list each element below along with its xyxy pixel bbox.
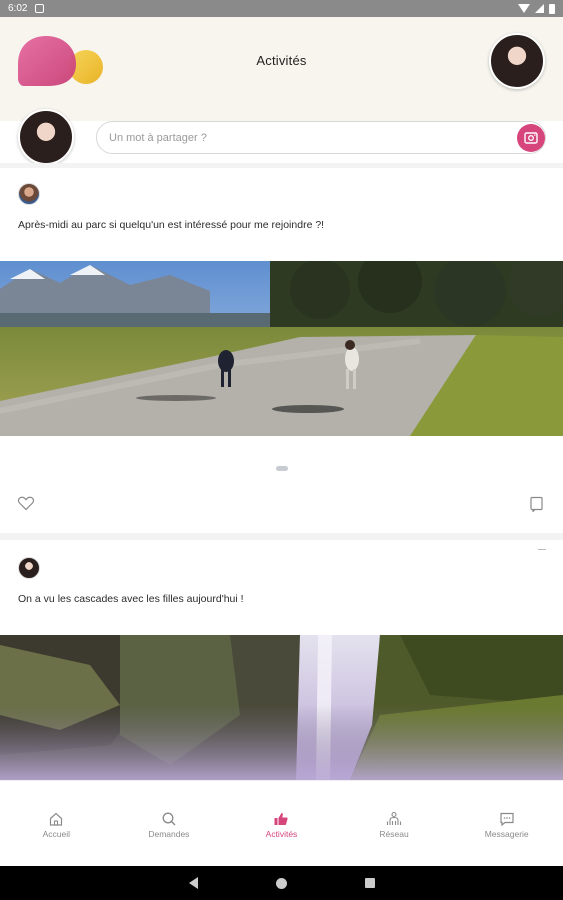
- nav-label: Demandes: [148, 829, 190, 839]
- nav-item-reseau[interactable]: Réseau: [338, 781, 451, 866]
- chat-icon: [500, 812, 514, 827]
- system-navigation-bar: [0, 866, 563, 900]
- recent-apps-icon[interactable]: [364, 878, 375, 888]
- network-icon: [387, 811, 402, 825]
- post-text: On a vu les cascades avec les filles auj…: [18, 593, 244, 605]
- add-photo-button[interactable]: [517, 124, 545, 152]
- status-time: 6:02: [8, 3, 28, 14]
- nav-label: Activités: [265, 829, 298, 839]
- nav-item-accueil[interactable]: Accueil: [0, 781, 113, 866]
- status-bar: 6:02: [0, 0, 563, 17]
- notification-icon: [35, 4, 45, 13]
- page-title: Activités: [256, 53, 307, 68]
- battery-icon: [549, 3, 555, 14]
- nav-label: Réseau: [379, 829, 409, 839]
- more-options-icon[interactable]: [538, 549, 546, 550]
- nav-item-messagerie[interactable]: Messagerie: [450, 781, 563, 866]
- home-button-icon[interactable]: [275, 877, 287, 889]
- composer-strip: [0, 113, 563, 121]
- app-header: Activités: [0, 17, 563, 113]
- share-input[interactable]: Un mot à partager ?: [96, 121, 546, 154]
- back-icon[interactable]: [188, 877, 198, 889]
- wifi-icon: [518, 4, 530, 13]
- post-card: Après-midi au parc si quelqu'un est inté…: [0, 168, 563, 533]
- photo-icon: [524, 132, 538, 144]
- carousel-indicator: [276, 466, 288, 471]
- park-photo[interactable]: [0, 261, 563, 436]
- waterfall-photo[interactable]: [0, 635, 563, 780]
- share-input-placeholder: Un mot à partager ?: [109, 131, 207, 144]
- thumbs-up-icon: [274, 813, 289, 825]
- bottom-navigation: Accueil Demandes Activités Réseau Messag…: [0, 780, 563, 866]
- comment-icon[interactable]: [529, 496, 545, 512]
- post-text: Après-midi au parc si quelqu'un est inté…: [18, 219, 325, 231]
- nav-label: Messagerie: [484, 829, 529, 839]
- heart-icon[interactable]: [17, 494, 35, 512]
- signal-icon: [535, 4, 544, 13]
- home-icon: [50, 812, 63, 826]
- profile-avatar[interactable]: [489, 33, 545, 89]
- separator: [0, 533, 563, 540]
- post-author-avatar[interactable]: [18, 557, 40, 579]
- nav-label: Accueil: [42, 829, 70, 839]
- nav-item-demandes[interactable]: Demandes: [113, 781, 226, 866]
- post-composer: Un mot à partager ?: [0, 109, 563, 165]
- nav-item-activites[interactable]: Activités: [225, 781, 338, 866]
- search-icon: [162, 812, 176, 826]
- post-card: On a vu les cascades avec les filles auj…: [0, 540, 563, 780]
- composer-avatar: [18, 109, 74, 165]
- post-author-avatar[interactable]: [18, 183, 40, 205]
